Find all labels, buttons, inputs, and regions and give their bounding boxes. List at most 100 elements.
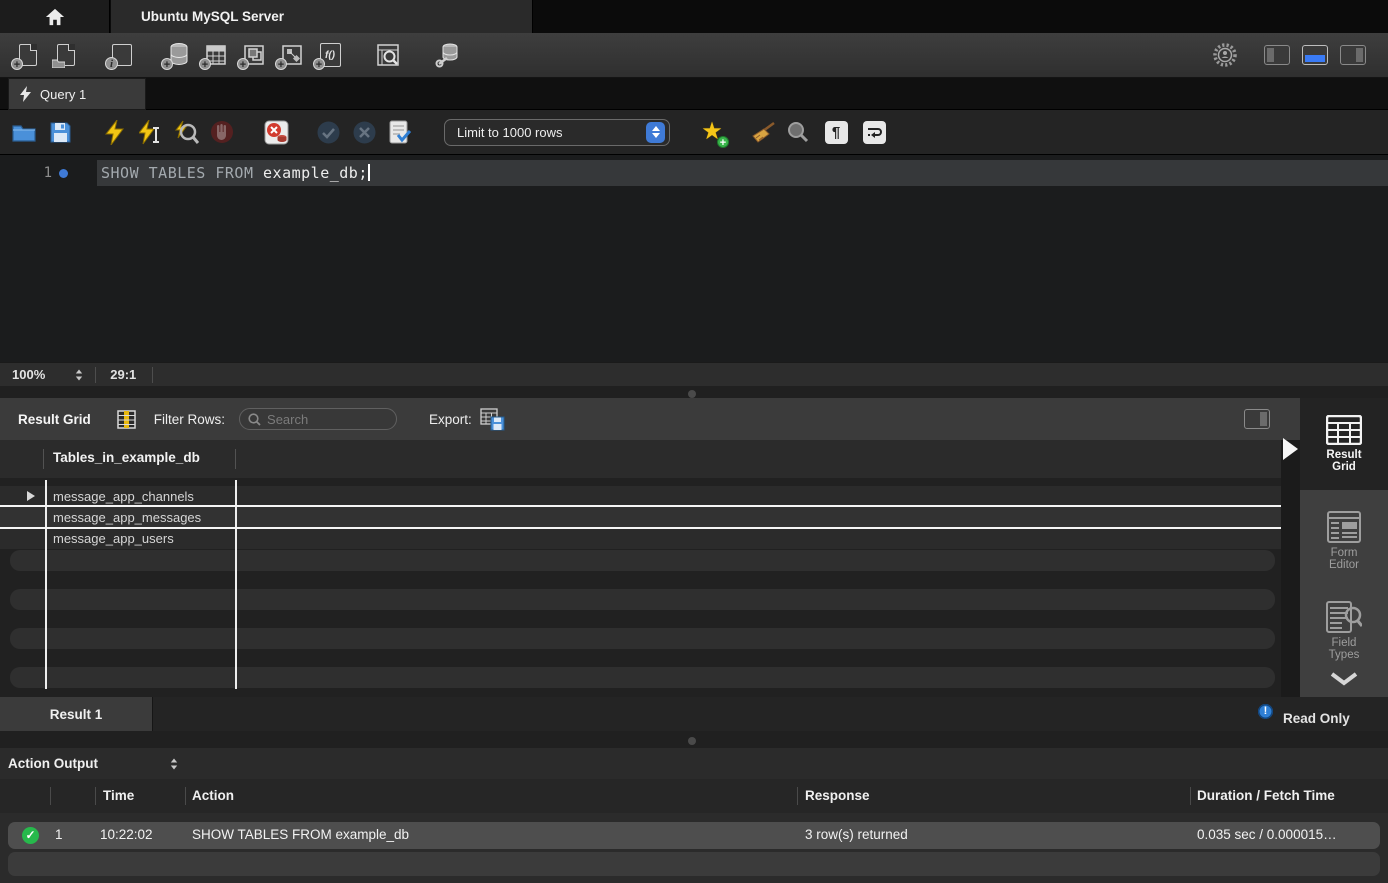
limit-rows-dropdown[interactable]: Limit to 1000 rows	[444, 119, 670, 146]
rollback-cross-icon	[353, 121, 376, 144]
explain-magnifier-icon	[173, 120, 199, 145]
broom-icon	[750, 121, 775, 143]
rollback-button[interactable]	[350, 117, 378, 147]
splitter-handle-icon	[688, 390, 696, 398]
toggle-bottom-panel-button[interactable]	[1302, 45, 1328, 65]
action-output-panel: Action Output Time Action Response Durat…	[0, 748, 1388, 883]
query-tab-label: Query 1	[40, 87, 86, 102]
right-panel-icon	[1260, 412, 1267, 426]
info-icon: i	[105, 57, 118, 70]
editor-result-splitter[interactable]	[0, 386, 1388, 398]
limit-rows-value: Limit to 1000 rows	[457, 125, 646, 140]
folder-icon	[12, 123, 36, 142]
toggle-grid-panel-button[interactable]	[1244, 409, 1270, 429]
main-toolbar: + i + +	[0, 33, 1388, 78]
open-sql-script-button[interactable]	[50, 39, 82, 71]
grid-row-2[interactable]: message_app_messages	[0, 507, 1281, 528]
toggle-stop-on-error-button[interactable]	[262, 117, 290, 147]
zoom-stepper[interactable]	[75, 369, 83, 381]
grid-column-border	[45, 480, 47, 689]
inspector-button[interactable]: i	[106, 39, 138, 71]
lightning-icon	[19, 86, 32, 102]
toggle-invisible-chars-button[interactable]: ¶	[822, 117, 850, 147]
output-selector-stepper[interactable]	[170, 758, 178, 770]
plus-icon: +	[161, 58, 173, 70]
find-button[interactable]	[784, 117, 812, 147]
grid-row-1[interactable]: message_app_channels	[0, 486, 1281, 507]
query-tab-bar: Query 1	[0, 78, 1388, 110]
search-table-data-button[interactable]	[372, 39, 404, 71]
create-view-button[interactable]: +	[238, 39, 270, 71]
result-output-splitter[interactable]	[0, 731, 1388, 748]
sql-keywords: SHOW TABLES FROM	[101, 164, 263, 182]
connection-tab[interactable]: Ubuntu MySQL Server	[111, 0, 533, 33]
toggle-autocommit-button[interactable]	[386, 117, 414, 147]
beautify-query-button[interactable]	[748, 117, 776, 147]
current-row-marker-icon	[27, 491, 35, 501]
grid-row-3[interactable]: message_app_users	[0, 528, 1281, 549]
action-output-header: Action Output	[0, 748, 1388, 779]
column-header-duration: Duration / Fetch Time	[1197, 788, 1335, 803]
sql-identifier: example_db;	[263, 164, 368, 182]
empty-grid-stripe	[10, 589, 1275, 610]
sql-editor[interactable]: 1 SHOW TABLES FROM example_db;	[0, 155, 1388, 362]
filter-search-box[interactable]	[239, 408, 397, 430]
create-table-button[interactable]: +	[200, 39, 232, 71]
toggle-word-wrap-button[interactable]	[860, 117, 888, 147]
sidebar-item-label: Result Grid	[1326, 449, 1361, 473]
save-icon	[50, 122, 71, 143]
home-tab[interactable]	[0, 0, 110, 33]
export-table-icon	[480, 408, 505, 431]
grid-column-border	[235, 480, 237, 689]
dropdown-stepper-icon	[646, 122, 665, 143]
cell-value: message_app_channels	[53, 486, 194, 507]
search-icon	[248, 413, 261, 426]
server-admin-button[interactable]	[432, 39, 464, 71]
execute-lightning-icon	[105, 120, 124, 145]
action-output-row[interactable]: ✓ 1 10:22:02 SHOW TABLES FROM example_db…	[8, 822, 1380, 849]
explain-plan-button[interactable]	[172, 117, 200, 147]
empty-grid-stripe	[10, 628, 1275, 649]
add-snippet-button[interactable]: ★ +	[698, 117, 726, 147]
open-file-button[interactable]	[10, 117, 38, 147]
sidebar-more-button[interactable]	[1300, 670, 1388, 686]
sidebar-item-field-types[interactable]: Field Types	[1300, 592, 1388, 670]
commit-check-icon	[317, 121, 340, 144]
create-function-button[interactable]: f() +	[314, 39, 346, 71]
tab-result-1[interactable]: Result 1	[0, 697, 153, 731]
sidebar-item-form-editor[interactable]: Form Editor	[1300, 490, 1388, 592]
toggle-right-panel-button[interactable]	[1340, 45, 1366, 65]
grid-column-header[interactable]: Tables_in_example_db	[0, 440, 1281, 478]
sidebar-item-result-grid[interactable]: Result Grid	[1300, 398, 1388, 490]
create-schema-button[interactable]: +	[162, 39, 194, 71]
search-table-icon	[376, 43, 400, 67]
cell-value: message_app_messages	[53, 507, 201, 528]
execute-query-button[interactable]	[100, 117, 128, 147]
editor-zoom-value: 100%	[12, 367, 45, 382]
search-input[interactable]	[267, 412, 377, 427]
new-query-tab-button[interactable]: +	[12, 39, 44, 71]
create-procedure-button[interactable]: +	[276, 39, 308, 71]
stop-query-button[interactable]	[208, 117, 236, 147]
enterprise-badge-icon[interactable]	[1212, 42, 1238, 68]
plus-icon: +	[313, 58, 325, 70]
toggle-left-panel-button[interactable]	[1264, 45, 1290, 65]
export-label: Export:	[429, 412, 472, 427]
mysql-workbench-window: Ubuntu MySQL Server + i +	[0, 0, 1388, 883]
save-script-button[interactable]	[46, 117, 74, 147]
plus-icon: +	[275, 58, 287, 70]
bottom-panel-icon	[1305, 55, 1325, 62]
field-types-icon	[1326, 601, 1362, 633]
right-panel-icon	[1356, 48, 1363, 62]
action-output-title: Action Output	[8, 756, 98, 771]
export-button[interactable]	[480, 408, 505, 431]
commit-button[interactable]	[314, 117, 342, 147]
pilcrow-icon: ¶	[825, 121, 848, 144]
plus-icon: +	[237, 58, 249, 70]
row-response: 3 row(s) returned	[805, 827, 908, 842]
row-time: 10:22:02	[100, 827, 153, 842]
execute-current-statement-button[interactable]	[136, 117, 164, 147]
sql-code-line[interactable]: SHOW TABLES FROM example_db;	[101, 160, 370, 186]
statement-marker-icon	[59, 169, 68, 178]
tab-query-1[interactable]: Query 1	[8, 78, 146, 110]
